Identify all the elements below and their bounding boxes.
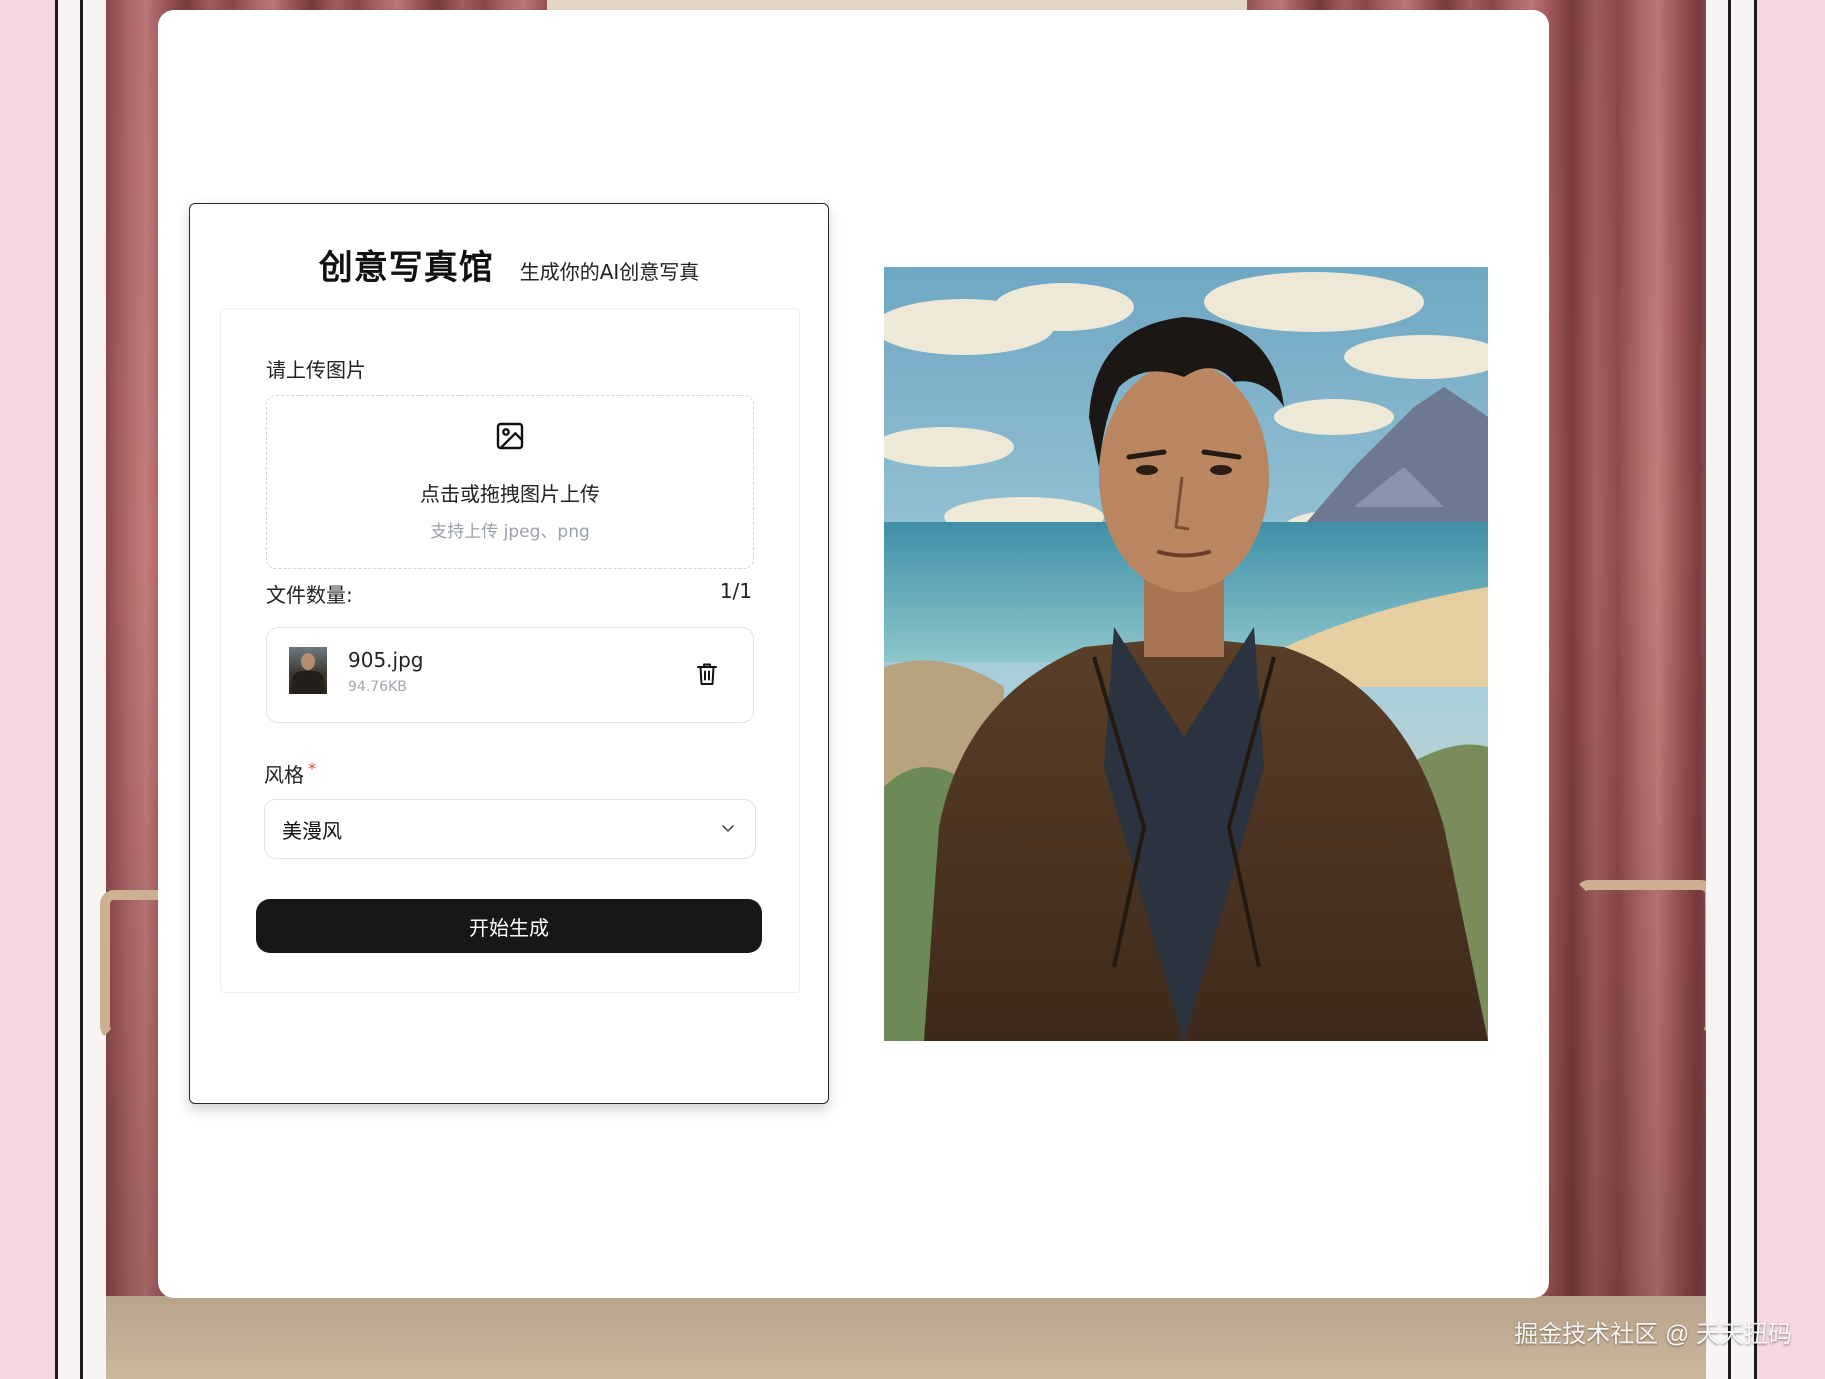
file-size: 94.76KB bbox=[348, 679, 407, 695]
file-name: 905.jpg bbox=[348, 648, 424, 672]
page-subtitle: 生成你的AI创意写真 bbox=[519, 260, 700, 284]
main-panel: 创意写真馆 生成你的AI创意写真 请上传图片 点击或拖拽图片上传 支持上传 jp… bbox=[158, 10, 1549, 1298]
card-header: 创意写真馆 生成你的AI创意写真 bbox=[190, 240, 828, 289]
pink-wall-right bbox=[1757, 0, 1825, 1379]
frame-left-inner bbox=[83, 0, 106, 1379]
upload-dropzone[interactable]: 点击或拖拽图片上传 支持上传 jpeg、png bbox=[266, 395, 754, 569]
file-count-value: 1/1 bbox=[719, 579, 752, 603]
watermark: 掘金技术社区 @ 天天扭码 bbox=[1514, 1321, 1792, 1348]
dropzone-hint: 支持上传 jpeg、png bbox=[430, 522, 590, 542]
frame-right-inner bbox=[1706, 0, 1728, 1379]
chevron-down-icon bbox=[722, 825, 734, 832]
form-container: 请上传图片 点击或拖拽图片上传 支持上传 jpeg、png 文件数量: 1/1 bbox=[220, 308, 800, 993]
frame-left bbox=[58, 0, 80, 1379]
upload-label: 请上传图片 bbox=[266, 358, 366, 382]
trash-icon[interactable] bbox=[695, 661, 719, 687]
page-title: 创意写真馆 bbox=[318, 248, 494, 288]
pink-wall-left bbox=[0, 0, 55, 1379]
style-label-text: 风格 bbox=[264, 763, 304, 787]
required-mark: * bbox=[308, 759, 316, 778]
generator-card: 创意写真馆 生成你的AI创意写真 请上传图片 点击或拖拽图片上传 支持上传 jp… bbox=[189, 203, 829, 1104]
style-select[interactable]: 美漫风 bbox=[264, 799, 756, 859]
generate-button[interactable]: 开始生成 bbox=[256, 899, 762, 953]
frame-right bbox=[1731, 0, 1754, 1379]
style-select-value: 美漫风 bbox=[282, 819, 342, 843]
dropzone-title: 点击或拖拽图片上传 bbox=[420, 482, 600, 506]
floor bbox=[106, 1296, 1706, 1379]
uploaded-file-item: 905.jpg 94.76KB bbox=[266, 627, 754, 723]
file-count-label: 文件数量: bbox=[266, 583, 353, 607]
generated-portrait-image bbox=[884, 267, 1488, 1041]
file-thumbnail bbox=[289, 647, 327, 694]
file-count-row: 文件数量: 1/1 bbox=[266, 579, 752, 607]
chair-right bbox=[1575, 880, 1715, 1040]
image-icon bbox=[496, 422, 524, 450]
style-label: 风格 * bbox=[264, 759, 316, 788]
